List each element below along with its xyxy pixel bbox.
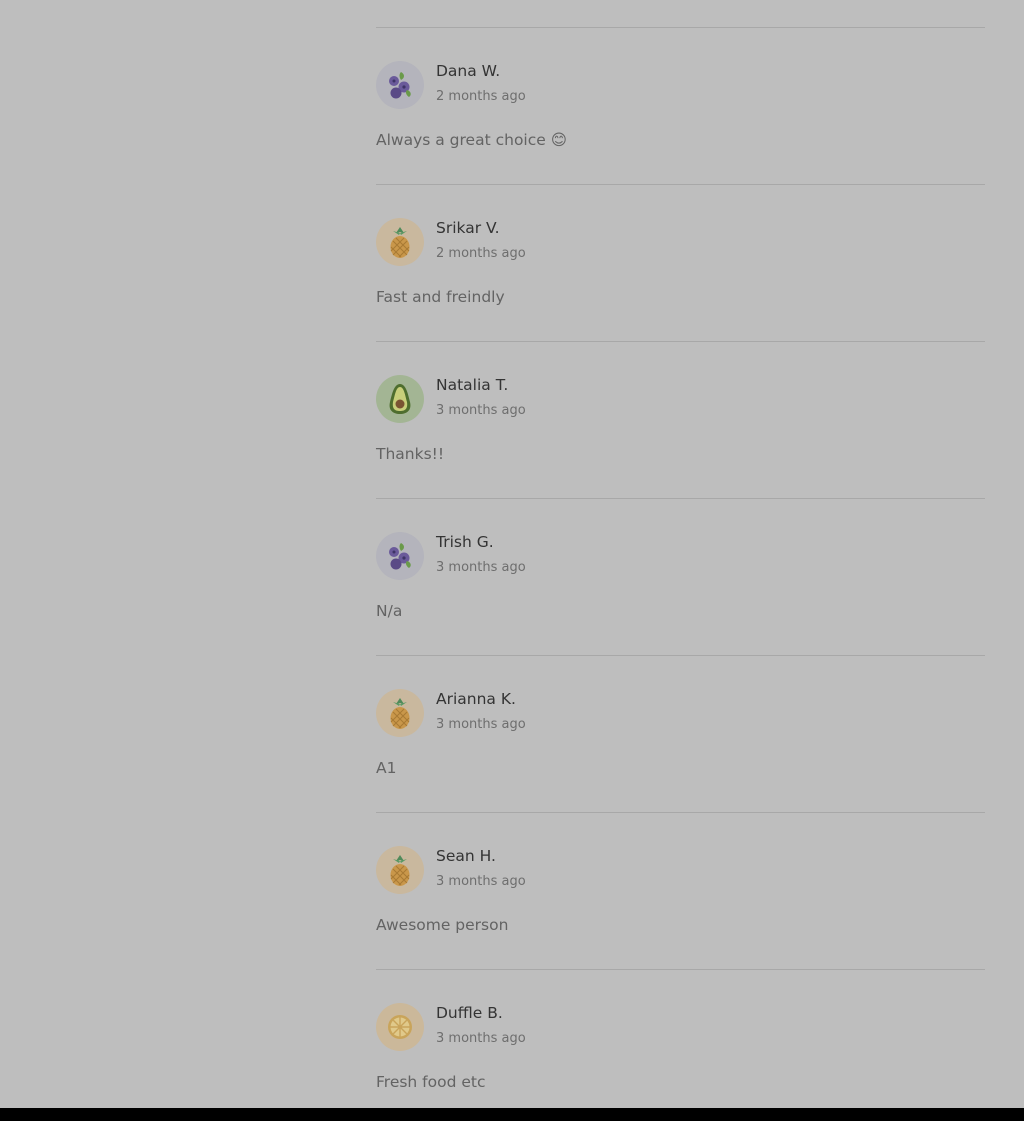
reviewer-name: Arianna K. [436, 690, 516, 708]
review-item: Natalia T. 3 months ago Thanks!! [376, 341, 985, 498]
blueberries-icon [385, 70, 415, 100]
avatar [376, 1003, 424, 1051]
review-text: Awesome person [376, 916, 509, 934]
avatar [376, 218, 424, 266]
bottom-bar [0, 1108, 1024, 1121]
reviewer-name: Dana W. [436, 62, 501, 80]
review-item: Trish G. 3 months ago N/a [376, 498, 985, 655]
review-time: 3 months ago [436, 874, 526, 889]
avatar [376, 61, 424, 109]
review-item: Duffle B. 3 months ago Fresh food etc [376, 969, 985, 1121]
review-item: Sean H. 3 months ago Awesome person [376, 812, 985, 969]
reviewer-name: Srikar V. [436, 219, 500, 237]
review-text: Always a great choice 😊 [376, 131, 567, 149]
reviews-page: Dana W. 2 months ago Always a great choi… [0, 0, 1024, 1121]
review-text: N/a [376, 602, 403, 620]
citrus-slice-icon [385, 1012, 415, 1042]
blueberries-icon [385, 541, 415, 571]
reviews-list: Dana W. 2 months ago Always a great choi… [376, 27, 985, 1121]
review-text: Fresh food etc [376, 1073, 486, 1091]
avatar [376, 375, 424, 423]
review-time: 3 months ago [436, 1031, 526, 1046]
reviewer-name: Trish G. [436, 533, 494, 551]
avatar [376, 532, 424, 580]
review-time: 2 months ago [436, 246, 526, 261]
reviewer-name: Duffle B. [436, 1004, 503, 1022]
avatar [376, 689, 424, 737]
review-item: Srikar V. 2 months ago Fast and freindly [376, 184, 985, 341]
review-text: Fast and freindly [376, 288, 505, 306]
reviewer-name: Natalia T. [436, 376, 509, 394]
review-item: Dana W. 2 months ago Always a great choi… [376, 27, 985, 184]
pineapple-icon [385, 225, 415, 259]
review-text: A1 [376, 759, 397, 777]
pineapple-icon [385, 853, 415, 887]
avocado-icon [387, 382, 413, 416]
review-time: 3 months ago [436, 403, 526, 418]
reviewer-name: Sean H. [436, 847, 496, 865]
review-time: 2 months ago [436, 89, 526, 104]
review-item: Arianna K. 3 months ago A1 [376, 655, 985, 812]
pineapple-icon [385, 696, 415, 730]
review-time: 3 months ago [436, 717, 526, 732]
review-text: Thanks!! [376, 445, 445, 463]
avatar [376, 846, 424, 894]
review-time: 3 months ago [436, 560, 526, 575]
